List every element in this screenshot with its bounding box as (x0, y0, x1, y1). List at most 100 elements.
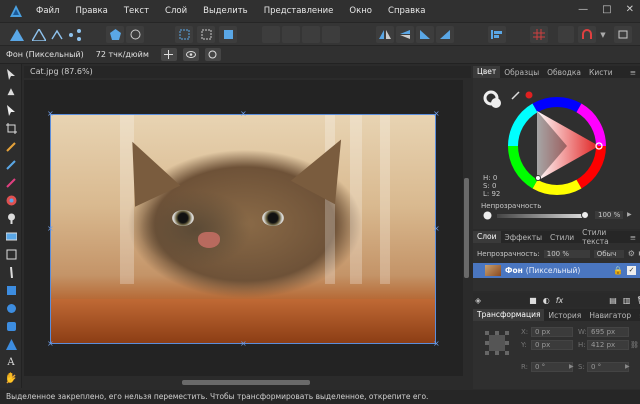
move-tool-icon[interactable] (5, 68, 17, 80)
pencil-tool-icon[interactable] (5, 158, 17, 170)
rectangle-tool-icon[interactable] (5, 284, 17, 296)
rotate-left-icon[interactable] (416, 26, 434, 43)
x-input[interactable]: 0 px (531, 327, 573, 337)
add-mask-icon[interactable]: ■ (529, 296, 537, 305)
menu-help[interactable]: Справка (380, 6, 433, 16)
horizontal-scrollbar[interactable] (24, 378, 471, 387)
tab-styles[interactable]: Стили (546, 233, 578, 242)
shear-input[interactable]: 0 ° (587, 362, 629, 372)
pen-tool-icon[interactable] (5, 338, 17, 350)
rotate-icon[interactable] (204, 48, 221, 61)
h-input[interactable]: 412 px (587, 340, 629, 350)
close-button[interactable]: ✕ (626, 4, 634, 15)
adjustment-icon[interactable]: ◐ (543, 296, 550, 305)
link-icon[interactable]: ⛓ (630, 341, 639, 349)
tab-stroke[interactable]: Обводка (543, 68, 585, 77)
select-all-icon[interactable] (175, 26, 193, 43)
vertical-scrollbar[interactable] (463, 80, 471, 376)
transform-origin-icon[interactable] (160, 48, 177, 61)
tab-history[interactable]: История (544, 311, 585, 320)
menu-window[interactable]: Окно (341, 6, 380, 16)
menu-view[interactable]: Представление (256, 6, 342, 16)
rotate-right-icon[interactable] (436, 26, 454, 43)
menu-layer[interactable]: Слой (157, 6, 195, 16)
layer-visibility-checkbox[interactable]: ✓ (627, 266, 636, 275)
rotation-dropdown-icon[interactable]: ▶ (569, 363, 574, 370)
add-layer-icon[interactable]: ▤ (609, 296, 617, 305)
snapping-magnet-icon[interactable] (578, 26, 596, 43)
auto-color-icon[interactable] (126, 26, 144, 43)
duplicate-layer-icon[interactable]: ▥ (623, 296, 631, 305)
deselect-icon[interactable] (197, 26, 215, 43)
color-replacement-icon[interactable] (5, 176, 17, 188)
tab-transform[interactable]: Трансформация (473, 309, 545, 321)
tab-effects[interactable]: Эффекты (501, 233, 547, 242)
color-wheel-tool-icon[interactable] (5, 194, 17, 206)
crop-tool-icon[interactable] (5, 122, 17, 134)
menu-select[interactable]: Выделить (195, 6, 256, 16)
selection-handle[interactable]: × (240, 340, 247, 348)
tab-brushes[interactable]: Кисти (585, 68, 617, 77)
selection-handle[interactable]: × (433, 110, 440, 118)
minimize-button[interactable]: — (578, 4, 588, 15)
anchor-grid-icon[interactable] (485, 331, 509, 355)
layer-settings-icon[interactable]: ⚙ (628, 249, 635, 258)
delete-layer-icon[interactable]: 🗑 (636, 296, 640, 305)
snapping-dropdown-icon[interactable]: ▼ (598, 26, 608, 43)
layers-stack-icon[interactable]: ◈ (475, 296, 481, 305)
flip-vertical-icon[interactable] (396, 26, 414, 43)
tab-layers[interactable]: Слои (473, 231, 501, 243)
panel-menu-icon[interactable]: ≡ (626, 233, 640, 242)
selection-handle[interactable]: × (47, 110, 54, 118)
panel-menu-icon[interactable]: ≡ (635, 311, 640, 320)
auto-levels-icon[interactable] (106, 26, 124, 43)
show-icon[interactable] (182, 48, 199, 61)
tab-text-styles[interactable]: Стили текста (578, 228, 626, 246)
flood-fill-icon[interactable] (5, 212, 17, 224)
fx-icon[interactable]: fx (556, 296, 564, 305)
color-wheel[interactable] (507, 96, 607, 196)
selection-handle[interactable]: × (433, 340, 440, 348)
view-tool-icon[interactable]: ▲ (5, 86, 17, 98)
persona-liquify-icon[interactable] (30, 26, 48, 43)
assistant-icon[interactable] (614, 26, 632, 43)
selection-handle[interactable]: × (47, 225, 54, 233)
hand-tool-icon[interactable]: ✋ (5, 372, 17, 384)
rounded-rectangle-icon[interactable] (5, 320, 17, 332)
blend-mode-select[interactable]: Обыч (593, 249, 624, 258)
document-tab[interactable]: Cat.jpg (87.6%) (24, 66, 471, 78)
tab-navigator[interactable]: Навигатор (585, 311, 635, 320)
opacity-dropdown-icon[interactable]: ▶ (627, 211, 632, 218)
clone-tool-icon[interactable] (5, 248, 17, 260)
tab-swatches[interactable]: Образцы (500, 68, 543, 77)
maximize-button[interactable]: □ (602, 4, 611, 15)
menu-file[interactable]: Файл (28, 6, 67, 16)
opacity-slider[interactable] (497, 211, 589, 219)
selection-handle[interactable]: × (433, 225, 440, 233)
selection-box[interactable] (50, 114, 436, 344)
snapping-grid-icon[interactable] (530, 26, 548, 43)
tab-color[interactable]: Цвет (473, 66, 501, 78)
selection-handle[interactable]: × (240, 110, 247, 118)
fill-stroke-swatch-icon[interactable] (483, 90, 503, 110)
canvas[interactable]: × × × × × × × × (24, 80, 471, 376)
view-toggle-icon[interactable] (558, 26, 574, 43)
align-icon[interactable] (488, 26, 506, 43)
opacity-value[interactable]: 100 % (595, 211, 624, 219)
menu-text[interactable]: Текст (116, 6, 157, 16)
gradient-tool-icon[interactable] (5, 230, 17, 242)
shear-dropdown-icon[interactable]: ▶ (625, 363, 630, 370)
brush-tool-icon[interactable] (5, 140, 17, 152)
opacity-slider-handle[interactable] (581, 211, 589, 219)
layer-opacity-input[interactable]: 100 % (543, 249, 590, 258)
y-input[interactable]: 0 px (531, 340, 573, 350)
panel-menu-icon[interactable]: ≡ (626, 68, 640, 77)
layer-row-background[interactable]: Фон (Пиксельный) 🔒 ✓ (473, 263, 640, 278)
persona-develop-icon[interactable] (48, 26, 66, 43)
selection-handle[interactable]: × (47, 340, 54, 348)
ellipse-tool-icon[interactable] (5, 302, 17, 314)
retouch-tool-icon[interactable] (5, 266, 17, 278)
invert-selection-icon[interactable] (219, 26, 237, 43)
w-input[interactable]: 695 px (587, 327, 629, 337)
rotation-input[interactable]: 0 ° (531, 362, 573, 372)
